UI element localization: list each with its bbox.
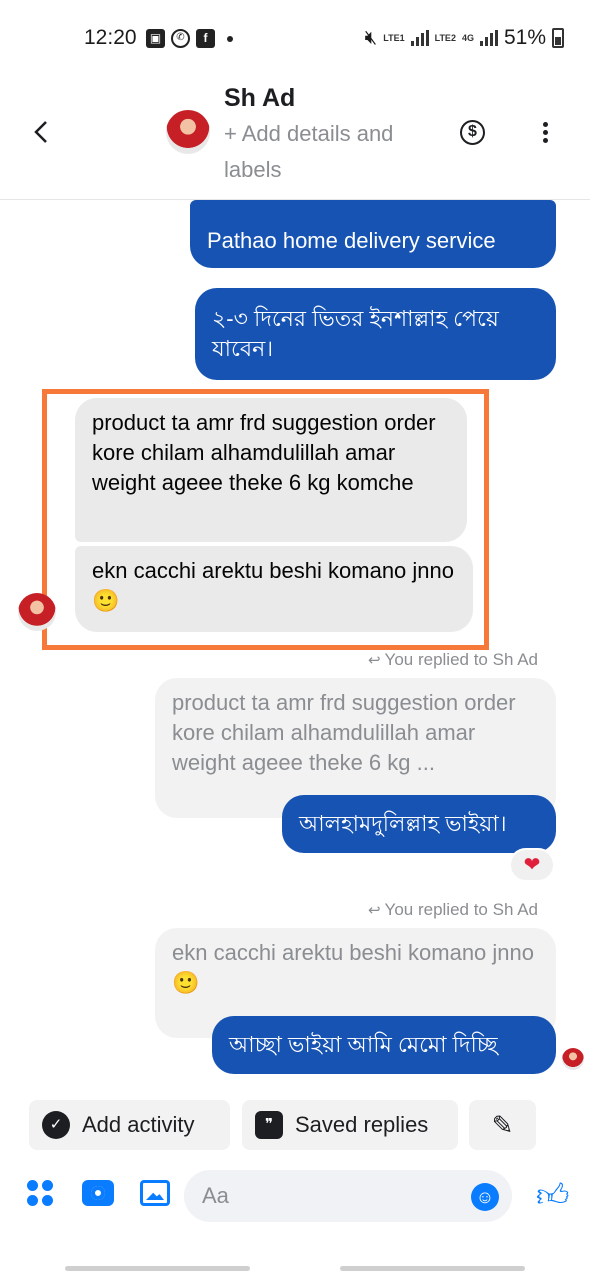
camera-icon[interactable] bbox=[82, 1180, 114, 1206]
apps-grid-icon[interactable] bbox=[27, 1180, 53, 1206]
incoming-message[interactable]: ekn cacchi arektu beshi komano jnno🙂 bbox=[75, 546, 473, 632]
dollar-icon[interactable]: $ bbox=[460, 120, 485, 145]
outgoing-message[interactable]: আলহামদুলিল্লাহ ভাইয়া। bbox=[282, 795, 556, 853]
contact-name[interactable]: Sh Ad bbox=[224, 84, 295, 113]
signal-icon bbox=[410, 30, 429, 46]
battery-icon bbox=[552, 28, 564, 48]
nav-handle-right bbox=[340, 1266, 525, 1271]
heart-icon[interactable]: ❤ bbox=[509, 848, 555, 882]
reply-arrow-icon: ↩ bbox=[367, 652, 381, 669]
outgoing-message[interactable]: Pathao home delivery service bbox=[190, 200, 556, 268]
network-icon: 4G bbox=[461, 32, 474, 43]
emoji-icon[interactable]: ☺ bbox=[471, 1183, 499, 1211]
reply-label: ↩ You replied to Sh Ad bbox=[367, 900, 538, 919]
incoming-message[interactable]: product ta amr frd suggestion order kore… bbox=[75, 398, 467, 542]
message-input[interactable]: Aa bbox=[184, 1170, 512, 1222]
seen-avatar bbox=[562, 1048, 584, 1070]
back-arrow-icon[interactable] bbox=[30, 114, 54, 150]
reply-label: ↩ You replied to Sh Ad bbox=[367, 650, 538, 669]
sim2-icon: LTE2 bbox=[434, 32, 456, 43]
gallery-notification-icon: ▣ bbox=[146, 29, 165, 48]
more-notifications-icon bbox=[227, 35, 233, 42]
sender-avatar[interactable] bbox=[18, 593, 56, 631]
thumbs-up-icon[interactable]: 👍︎ bbox=[536, 1176, 569, 1215]
whatsapp-icon: ✆ bbox=[171, 29, 190, 48]
contact-avatar[interactable] bbox=[166, 110, 210, 154]
gallery-icon[interactable] bbox=[140, 1180, 170, 1206]
outgoing-message[interactable]: আচ্ছা ভাইয়া আমি মেমো দিচ্ছি bbox=[212, 1016, 556, 1074]
check-circle-icon: ✓ bbox=[42, 1111, 70, 1139]
outgoing-message[interactable]: ২-৩ দিনের ভিতর ইনশাল্লাহ পেয়ে যাবেন। bbox=[195, 288, 556, 380]
signal-icon-2 bbox=[479, 30, 498, 46]
clock: 12:20 bbox=[84, 26, 137, 49]
status-bar: 12:20 ▣ ✆ f 🔇︎ LTE1 LTE2 4G 51% bbox=[0, 0, 590, 76]
add-details-link[interactable]: + Add details and labels bbox=[224, 116, 434, 188]
saved-replies-button[interactable]: ❞ Saved replies bbox=[242, 1100, 458, 1150]
pencil-icon: ✎ bbox=[491, 1110, 514, 1140]
nav-handle-left bbox=[65, 1266, 250, 1271]
reply-arrow-icon: ↩ bbox=[367, 902, 381, 919]
edit-button[interactable]: ✎ bbox=[469, 1100, 536, 1150]
more-icon[interactable] bbox=[543, 122, 549, 146]
battery-percent: 51% bbox=[503, 26, 546, 49]
add-activity-button[interactable]: ✓ Add activity bbox=[29, 1100, 230, 1150]
facebook-icon: f bbox=[196, 29, 215, 48]
mute-icon: 🔇︎ bbox=[364, 26, 378, 49]
chat-header: Sh Ad + Add details and labels $ bbox=[0, 76, 590, 200]
sim1-icon: LTE1 bbox=[383, 32, 405, 43]
chat-bubbles-icon: ❞ bbox=[255, 1111, 283, 1139]
